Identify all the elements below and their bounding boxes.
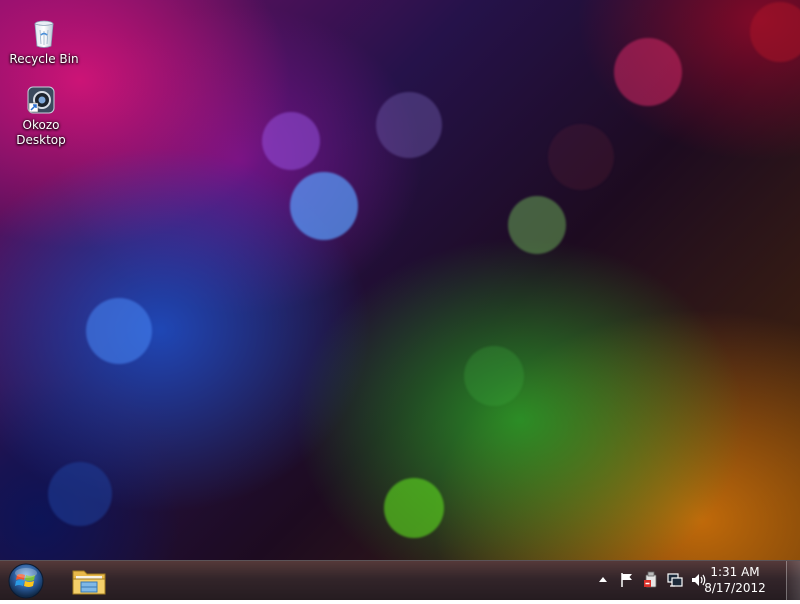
- taskbar: 1:31 AM 8/17/2012: [0, 560, 800, 601]
- wallpaper-bokeh: [262, 112, 320, 170]
- desktop-icon-label: Recycle Bin: [9, 52, 79, 66]
- show-hidden-icons-button[interactable]: [594, 571, 612, 589]
- windows-start-orb-icon: [8, 563, 44, 599]
- wallpaper-bokeh: [508, 196, 566, 254]
- okozo-desktop-icon: [25, 84, 57, 116]
- network-icon: [667, 573, 683, 587]
- action-center-flag-icon: [621, 573, 632, 587]
- action-center-button[interactable]: [618, 571, 636, 589]
- clock-time: 1:31 AM: [710, 565, 760, 579]
- windows-explorer-folder-icon: [72, 570, 106, 595]
- desktop-wallpaper[interactable]: Recycle Bin Okozo Desktop: [0, 0, 800, 560]
- wallpaper-bokeh: [464, 346, 524, 406]
- recycle-bin-icon: [28, 18, 60, 50]
- taskbar-clock[interactable]: 1:31 AM 8/17/2012: [692, 564, 778, 596]
- wallpaper-bokeh: [750, 2, 800, 62]
- desktop-icon-label: Okozo Desktop: [16, 118, 66, 147]
- clock-date: 8/17/2012: [704, 581, 766, 595]
- wallpaper-bokeh: [384, 478, 444, 538]
- show-hidden-icons-arrow-icon: [599, 577, 607, 582]
- wallpaper-bokeh: [86, 298, 152, 364]
- wallpaper-bokeh: [548, 124, 614, 190]
- taskbar-windows-explorer-button[interactable]: [64, 562, 114, 600]
- wallpaper-bokeh: [376, 92, 442, 158]
- safely-remove-hardware-icon: [644, 571, 657, 588]
- desktop-icon-okozo-desktop[interactable]: Okozo Desktop: [3, 84, 79, 148]
- show-desktop-button[interactable]: [786, 561, 800, 601]
- start-button[interactable]: [6, 562, 46, 600]
- wallpaper-bokeh: [614, 38, 682, 106]
- safely-remove-hardware-button[interactable]: [642, 571, 660, 589]
- network-button[interactable]: [666, 571, 684, 589]
- wallpaper-bokeh: [290, 172, 358, 240]
- desktop-icon-recycle-bin[interactable]: Recycle Bin: [6, 18, 82, 67]
- system-tray: 1:31 AM 8/17/2012: [580, 561, 800, 601]
- wallpaper-bokeh: [48, 462, 112, 526]
